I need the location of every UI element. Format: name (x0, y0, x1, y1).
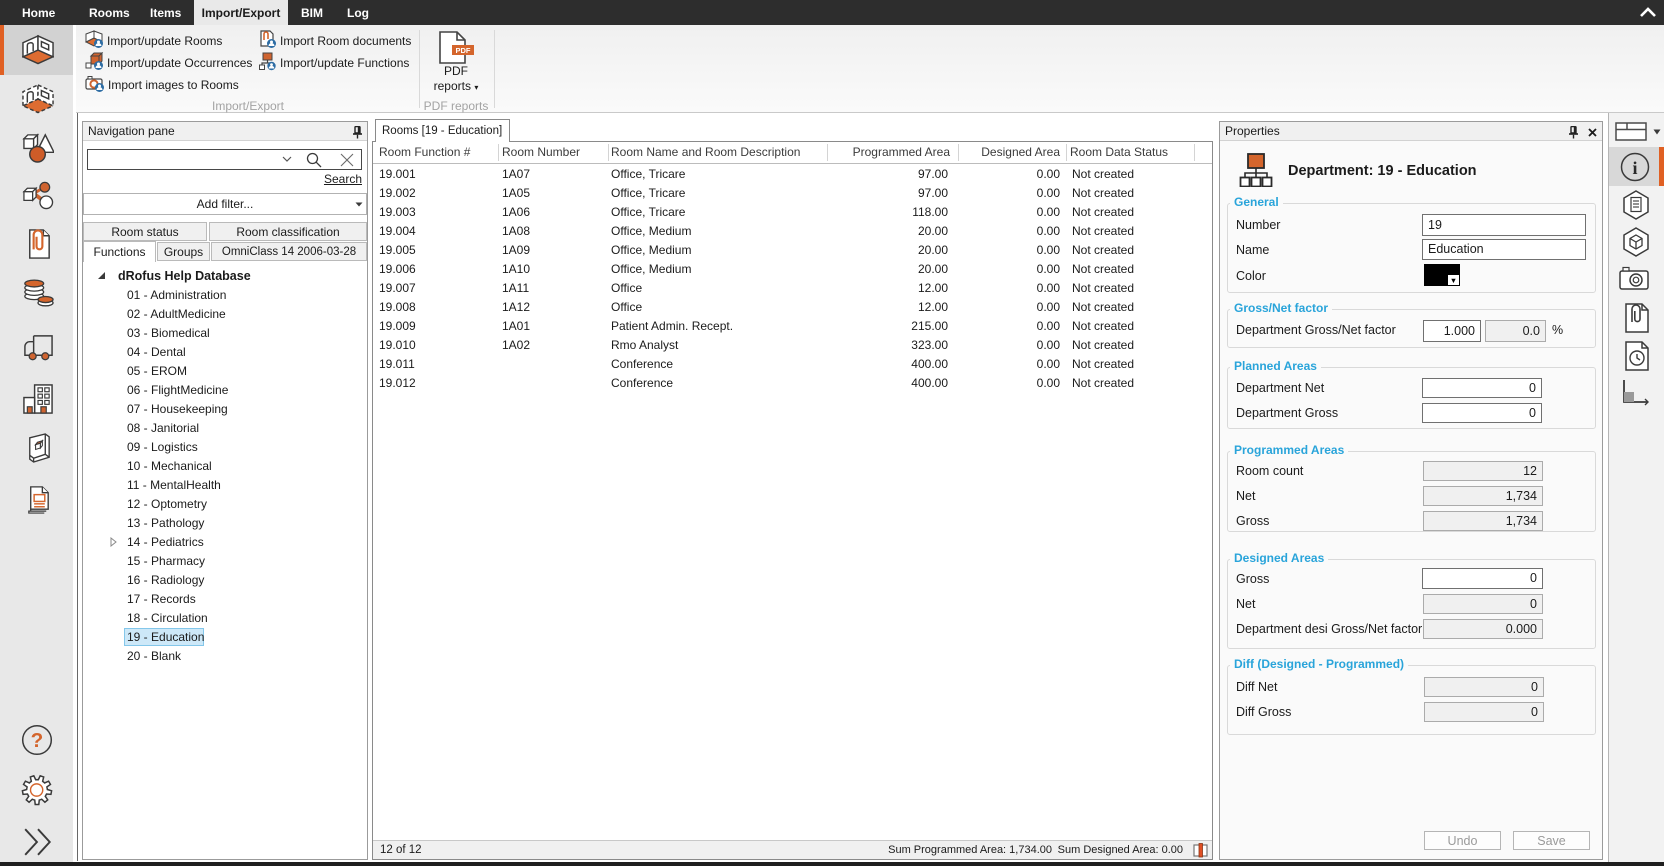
svg-text:PDF: PDF (456, 46, 471, 55)
svg-text:?: ? (31, 729, 44, 752)
svg-text:i: i (1632, 158, 1637, 178)
